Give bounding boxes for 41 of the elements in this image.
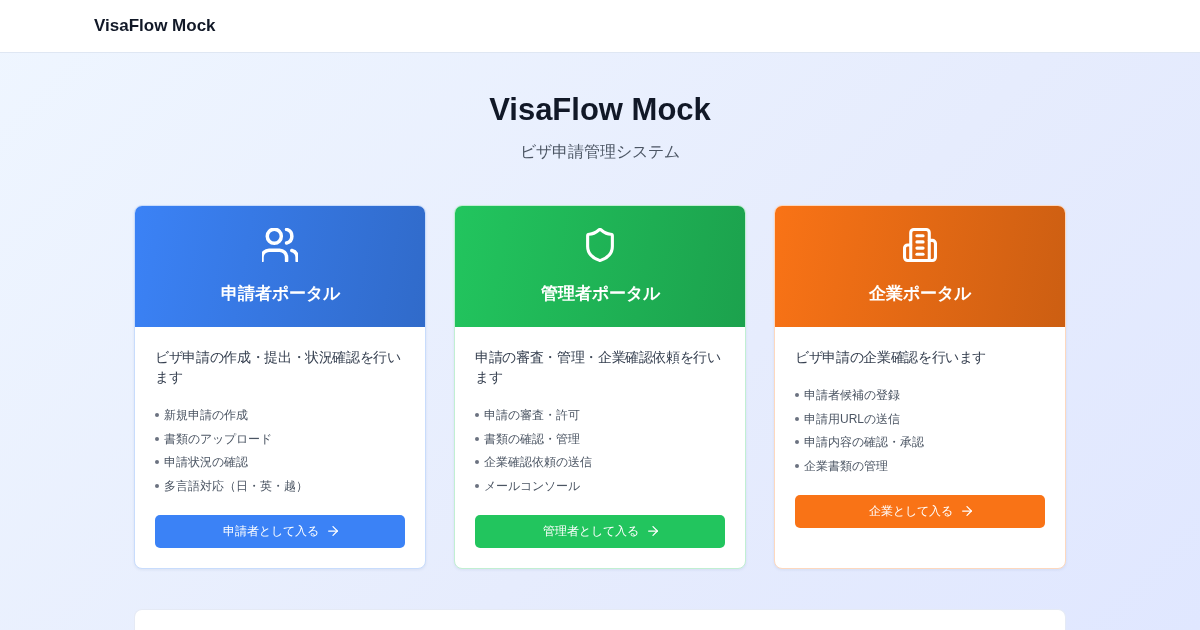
feature-item: 書類のアップロード <box>164 430 272 448</box>
card-title: 管理者ポータル <box>540 283 660 305</box>
bullet-icon <box>795 393 799 397</box>
enter-button[interactable]: 管理者として入る <box>475 514 725 548</box>
feature-item: 企業確認依頼の送信 <box>484 454 592 471</box>
bullet-icon <box>475 436 479 441</box>
feature-item: 申請内容の確認・承認 <box>804 434 924 451</box>
enter-button[interactable]: 申請者として入る <box>155 514 405 548</box>
bullet-icon <box>795 463 799 468</box>
feature-item: 申請状況の確認 <box>164 454 248 471</box>
bullet-icon <box>795 440 799 444</box>
feature-item: 申請者候補の登録 <box>804 387 900 404</box>
card-description: ビザ申請の企業確認を行います <box>795 348 988 367</box>
card-title: 企業ポータル <box>869 283 971 305</box>
feature-item: 多言語対応（日・英・越） <box>164 477 308 495</box>
bullet-icon <box>795 416 799 421</box>
brand-name: VisaFlow Mock <box>94 16 216 36</box>
arrow-right-icon <box>647 526 658 536</box>
feature-item: メールコンソール <box>484 477 580 495</box>
bullet-icon <box>475 413 479 417</box>
card-description: ビザ申請の作成・提出・状況確認を行います <box>155 348 402 387</box>
feature-item: 企業書類の管理 <box>804 457 888 475</box>
feature-item: 新規申請の作成 <box>164 407 248 424</box>
arrow-right-icon <box>961 506 972 516</box>
bullet-icon <box>155 413 159 417</box>
bullet-icon <box>155 483 159 488</box>
arrow-right-icon <box>327 526 338 536</box>
card-description: 申請の審査・管理・企業確認依頼を行います <box>475 348 722 387</box>
feature-item: 申請の審査・許可 <box>484 407 580 424</box>
building-icon <box>902 228 938 262</box>
users-icon <box>262 228 298 262</box>
bullet-icon <box>155 436 159 441</box>
page-subtitle: ビザ申請管理システム <box>519 142 681 162</box>
bullet-icon <box>155 460 159 464</box>
page-title: VisaFlow Mock <box>488 92 712 128</box>
feature-item: 申請用URLの送信 <box>804 410 900 428</box>
bullet-icon <box>475 460 479 464</box>
enter-button[interactable]: 企業として入る <box>795 494 1045 528</box>
card-title: 申請者ポータル <box>220 283 340 305</box>
feature-item: 書類の確認・管理 <box>484 430 580 448</box>
bullet-icon <box>475 483 479 488</box>
